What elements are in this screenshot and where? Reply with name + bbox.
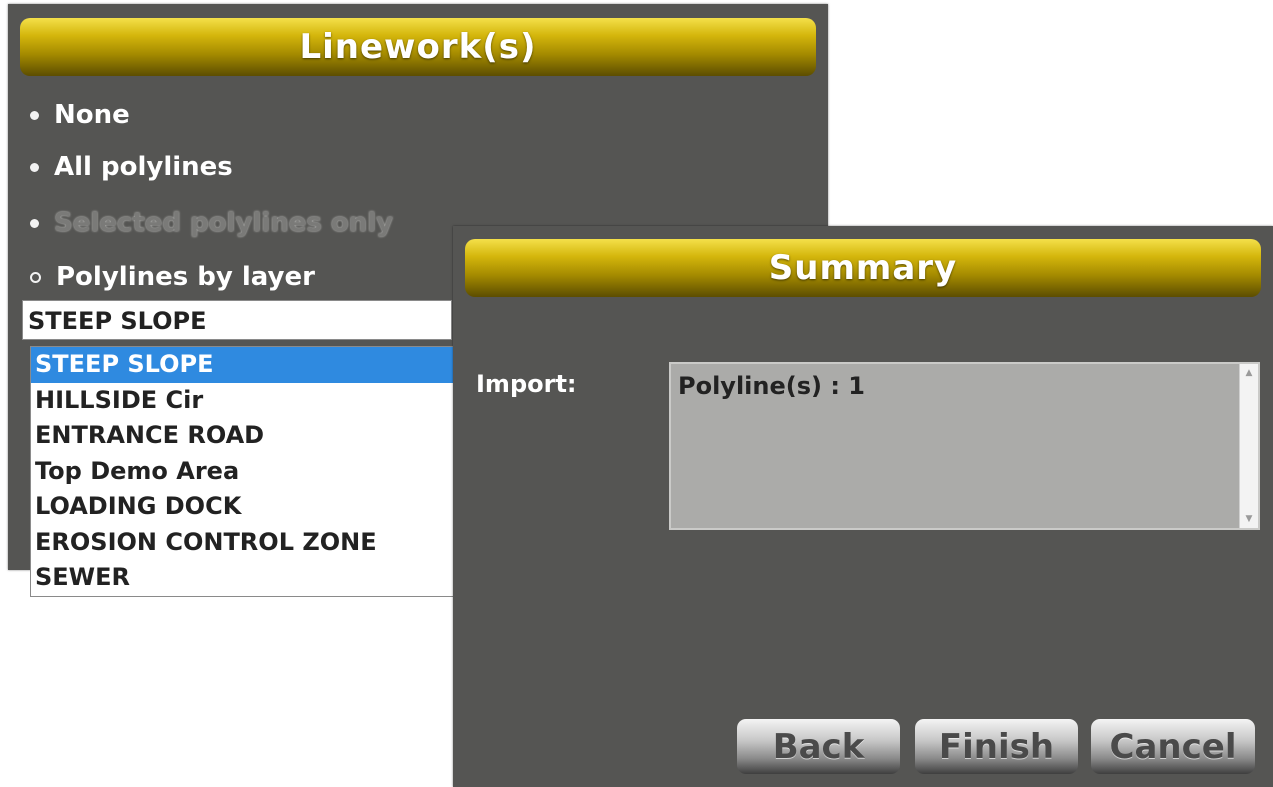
option-none-label: None <box>54 100 130 130</box>
radio-all-polylines-icon[interactable] <box>30 162 39 172</box>
option-all-polylines-label: All polylines <box>54 152 233 182</box>
scroll-up-arrow-icon[interactable]: ▲ <box>1240 364 1258 382</box>
layer-option-erosion-control-zone[interactable]: EROSION CONTROL ZONE <box>31 525 454 561</box>
layer-dropdown[interactable]: STEEP SLOPE <box>22 300 452 340</box>
option-polylines-by-layer-label: Polylines by layer <box>56 262 315 292</box>
import-label: Import: <box>476 370 577 398</box>
option-selected-polylines: Selected polylines only <box>30 208 393 238</box>
summary-scrollbar[interactable]: ▲ ▼ <box>1239 364 1258 528</box>
layer-option-sewer[interactable]: SEWER <box>31 560 454 596</box>
option-all-polylines[interactable]: All polylines <box>30 152 233 182</box>
option-polylines-by-layer[interactable]: Polylines by layer <box>30 262 315 292</box>
linework-title: Linework(s) <box>20 18 816 76</box>
back-button[interactable]: Back <box>737 719 900 774</box>
radio-none-icon[interactable] <box>30 110 39 120</box>
summary-panel: Summary Import: Polyline(s) : 1 ▲ ▼ Back… <box>453 226 1273 787</box>
scroll-down-arrow-icon[interactable]: ▼ <box>1240 510 1258 528</box>
option-selected-polylines-label: Selected polylines only <box>54 208 394 238</box>
option-none[interactable]: None <box>30 100 130 130</box>
layer-dropdown-list[interactable]: STEEP SLOPE HILLSIDE Cir ENTRANCE ROAD T… <box>30 346 455 597</box>
radio-polylines-by-layer-icon[interactable] <box>30 271 41 283</box>
finish-button[interactable]: Finish <box>915 719 1078 774</box>
summary-title: Summary <box>465 239 1261 297</box>
cancel-button[interactable]: Cancel <box>1091 719 1255 774</box>
radio-selected-polylines-icon <box>30 218 39 228</box>
layer-option-hillside-cir[interactable]: HILLSIDE Cir <box>31 383 454 419</box>
layer-option-steep-slope[interactable]: STEEP SLOPE <box>31 347 454 383</box>
layer-option-entrance-road[interactable]: ENTRANCE ROAD <box>31 418 454 454</box>
layer-option-loading-dock[interactable]: LOADING DOCK <box>31 489 454 525</box>
layer-option-top-demo-area[interactable]: Top Demo Area <box>31 454 454 490</box>
import-summary-text: Polyline(s) : 1 <box>678 372 865 400</box>
import-summary-box[interactable]: Polyline(s) : 1 ▲ ▼ <box>669 362 1260 530</box>
